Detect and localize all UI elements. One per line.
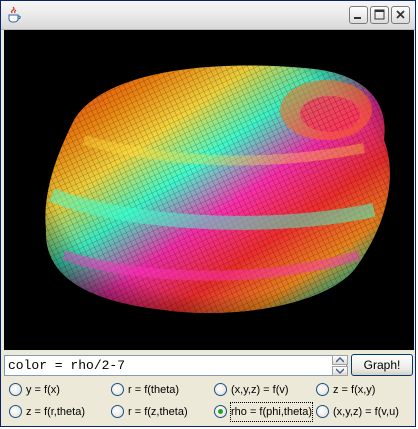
radio-button[interactable] — [316, 405, 329, 418]
spinner-down-button[interactable] — [332, 366, 348, 376]
title-bar[interactable] — [1, 1, 415, 30]
java-cup-icon[interactable] — [5, 6, 23, 24]
radio-button[interactable] — [111, 405, 124, 418]
mode-label: z = f(x,y) — [333, 384, 376, 396]
graph-mode-group: y = f(x) r = f(theta) (x,y,z) = f(v) z =… — [4, 379, 414, 425]
history-spinner — [332, 355, 348, 376]
radio-button[interactable] — [111, 383, 124, 396]
mode-label: (x,y,z) = f(v,u) — [333, 406, 399, 418]
mode-label: y = f(x) — [26, 384, 60, 396]
mode-label: z = f(r,theta) — [26, 406, 85, 418]
formula-row: color = rho/2-7 Graph! — [4, 354, 414, 378]
mode-label: r = f(z,theta) — [128, 406, 188, 418]
radio-button[interactable] — [9, 405, 22, 418]
spinner-up-button[interactable] — [332, 355, 348, 365]
mode-label: (x,y,z) = f(v) — [231, 384, 289, 396]
maximize-icon — [374, 9, 385, 20]
graph-canvas[interactable] — [4, 30, 414, 350]
formula-input[interactable]: color = rho/2-7 — [4, 355, 347, 376]
close-button[interactable] — [391, 6, 410, 24]
minimize-icon — [354, 17, 361, 19]
app-window: color = rho/2-7 Graph! y = f(x) r = f(th… — [0, 0, 416, 427]
close-icon — [396, 10, 405, 19]
radio-button[interactable] — [316, 383, 329, 396]
chevron-up-icon — [336, 357, 344, 363]
radio-button-selected[interactable] — [214, 405, 227, 418]
surface-plot — [45, 65, 390, 314]
maximize-button[interactable] — [370, 6, 389, 24]
mode-label: rho = f(phi,theta) — [229, 402, 314, 422]
radio-button[interactable] — [214, 383, 227, 396]
minimize-button[interactable] — [349, 6, 368, 24]
mode-label: r = f(theta) — [128, 384, 180, 396]
chevron-down-icon — [336, 368, 344, 374]
wireframe-surface — [45, 65, 390, 314]
radio-button[interactable] — [9, 383, 22, 396]
graph-button[interactable]: Graph! — [351, 354, 413, 376]
